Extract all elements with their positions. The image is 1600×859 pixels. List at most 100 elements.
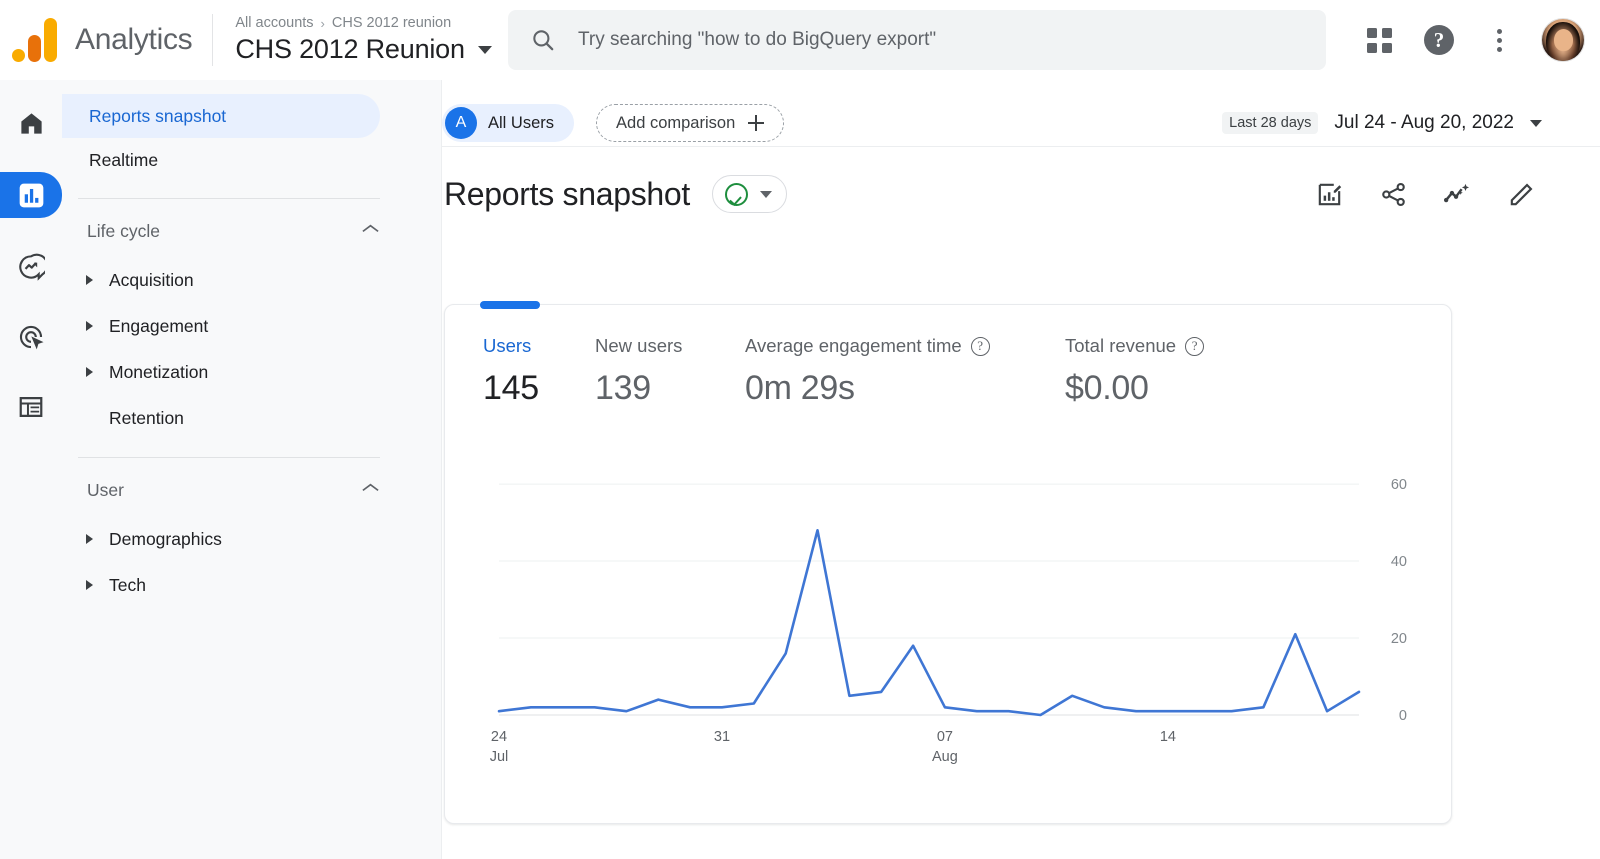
metric-label-text: New users [595, 335, 683, 356]
check-circle-icon [725, 182, 749, 206]
edit-report-icon[interactable] [1312, 177, 1346, 211]
sidebar-group-label: Life cycle [87, 220, 160, 241]
chart-line-users [497, 529, 1361, 717]
rail-item-advertising[interactable] [5, 316, 57, 358]
account-selector[interactable]: CHS 2012 Reunion [235, 34, 492, 65]
breadcrumb-current[interactable]: CHS 2012 reunion [332, 15, 451, 31]
help-circle-icon[interactable]: ? [1185, 336, 1205, 356]
sidebar-item-monetization[interactable]: Monetization [62, 349, 442, 395]
pencil-icon[interactable] [1504, 177, 1538, 211]
x-axis-tick-label: 24 [491, 729, 507, 745]
plus-icon [748, 115, 765, 131]
all-users-chip[interactable]: A All Users [442, 104, 575, 142]
breadcrumb: All accounts › CHS 2012 reunion [235, 15, 491, 31]
metric-value: 0m 29s [745, 369, 855, 407]
search-icon [533, 30, 554, 51]
home-icon [20, 112, 42, 134]
rail-item-explore[interactable] [5, 246, 57, 288]
metric-label-text: Average engagement time [745, 335, 962, 356]
chevron-down-icon [1530, 119, 1542, 127]
header-separator [442, 146, 1600, 147]
date-range-badge: Last 28 days [1222, 112, 1319, 134]
sidebar-item-retention[interactable]: Retention [62, 395, 442, 441]
chevron-down-icon [760, 190, 773, 198]
metric-label-text: Total revenue [1065, 335, 1177, 356]
users-trend-chart[interactable]: 0 20 40 60 24 Jul 31 07 Aug 14 [481, 453, 1421, 773]
help-icon[interactable]: ? [1422, 23, 1456, 57]
add-comparison-button[interactable]: Add comparison [596, 104, 785, 142]
configure-list-icon [19, 397, 43, 417]
insights-icon[interactable] [1440, 177, 1474, 211]
sidebar-top-items: Reports snapshot Realtime [62, 80, 442, 182]
rail-item-reports[interactable] [0, 172, 62, 218]
y-axis-tick-label: 20 [1391, 631, 1407, 647]
sidebar-group-user[interactable]: User [62, 464, 442, 516]
status-badge[interactable] [712, 175, 788, 213]
add-comparison-label: Add comparison [616, 113, 736, 132]
date-range-picker[interactable]: Last 28 days Jul 24 - Aug 20, 2022 [1222, 100, 1542, 146]
metric-tab-users[interactable]: Users 145 [483, 335, 539, 408]
report-actions [1312, 170, 1538, 218]
sidebar-item-demographics[interactable]: Demographics [62, 516, 442, 562]
sidebar-item-tech[interactable]: Tech [62, 562, 442, 608]
help-circle-icon[interactable]: ? [970, 336, 990, 356]
sidebar-item-acquisition[interactable]: Acquisition [62, 257, 442, 303]
rail-item-home[interactable] [5, 102, 57, 144]
main-content: A All Users Add comparison Last 28 days … [442, 80, 1600, 859]
metric-label: New users [595, 335, 682, 357]
all-users-avatar: A [445, 107, 477, 139]
sidebar-item-label: Monetization [109, 361, 209, 382]
breadcrumb-root[interactable]: All accounts [235, 15, 313, 31]
y-axis-tick-label: 0 [1399, 708, 1407, 724]
metric-label: Users [483, 335, 539, 357]
share-icon[interactable] [1376, 177, 1410, 211]
metric-label: Average engagement time ? [745, 335, 990, 357]
page-title: Reports snapshot [444, 175, 691, 212]
chevron-right-icon [86, 367, 93, 377]
sidebar-item-label: Tech [109, 574, 146, 595]
sidebar-item-label: Retention [109, 407, 184, 428]
sidebar-item-reports-snapshot[interactable]: Reports snapshot [62, 94, 380, 138]
x-axis-month-label: Jul [490, 749, 509, 765]
metric-label: Total revenue ? [1065, 335, 1205, 357]
breadcrumb-separator-icon: › [320, 15, 325, 31]
active-tab-indicator [480, 301, 540, 309]
advertising-target-icon [19, 325, 44, 350]
search-input[interactable]: Try searching "how to do BigQuery export… [508, 10, 1326, 70]
x-axis-tick-label: 31 [714, 729, 730, 745]
all-users-label: All Users [488, 113, 555, 132]
sidebar-item-label: Demographics [109, 528, 222, 549]
icon-rail [0, 80, 62, 859]
sidebar-group-life-cycle[interactable]: Life cycle [62, 205, 442, 257]
x-axis-tick-label: 14 [1160, 729, 1176, 745]
y-axis-tick-label: 60 [1391, 477, 1407, 493]
brand-title: Analytics [75, 23, 193, 56]
metric-tab-avg-engagement-time[interactable]: Average engagement time ? 0m 29s [745, 335, 990, 408]
insights-glyph [1443, 183, 1469, 202]
analytics-logo[interactable] [12, 18, 57, 62]
avatar[interactable] [1542, 19, 1584, 61]
chevron-down-icon [477, 45, 492, 54]
metric-tabs: Users 145 New users 139 Average engageme… [445, 335, 1453, 431]
apps-grid-icon[interactable] [1362, 23, 1396, 57]
rail-item-configure[interactable] [5, 386, 57, 428]
metric-tab-total-revenue[interactable]: Total revenue ? $0.00 [1065, 335, 1205, 408]
more-options-icon[interactable] [1482, 23, 1516, 57]
chevron-right-icon [86, 321, 93, 331]
metric-tab-new-users[interactable]: New users 139 [595, 335, 682, 408]
chevron-up-icon [361, 482, 380, 498]
sidebar-item-label: Realtime [89, 149, 159, 170]
logo-tall-bar-icon [44, 18, 57, 62]
sidebar-item-engagement[interactable]: Engagement [62, 303, 442, 349]
sidebar-group-label: User [87, 479, 124, 500]
account-block: All accounts › CHS 2012 reunion CHS 2012… [235, 15, 492, 65]
reports-bar-chart-icon [19, 183, 43, 207]
search-placeholder: Try searching "how to do BigQuery export… [578, 29, 937, 50]
sidebar-item-realtime[interactable]: Realtime [62, 138, 380, 182]
date-range-text: Jul 24 - Aug 20, 2022 [1334, 112, 1514, 133]
comparison-bar: A All Users Add comparison [442, 100, 785, 146]
chevron-right-icon [86, 580, 93, 590]
pencil-glyph [1510, 183, 1532, 205]
logo-dot-icon [12, 49, 25, 62]
analytics-app: Analytics All accounts › CHS 2012 reunio… [0, 0, 1600, 859]
